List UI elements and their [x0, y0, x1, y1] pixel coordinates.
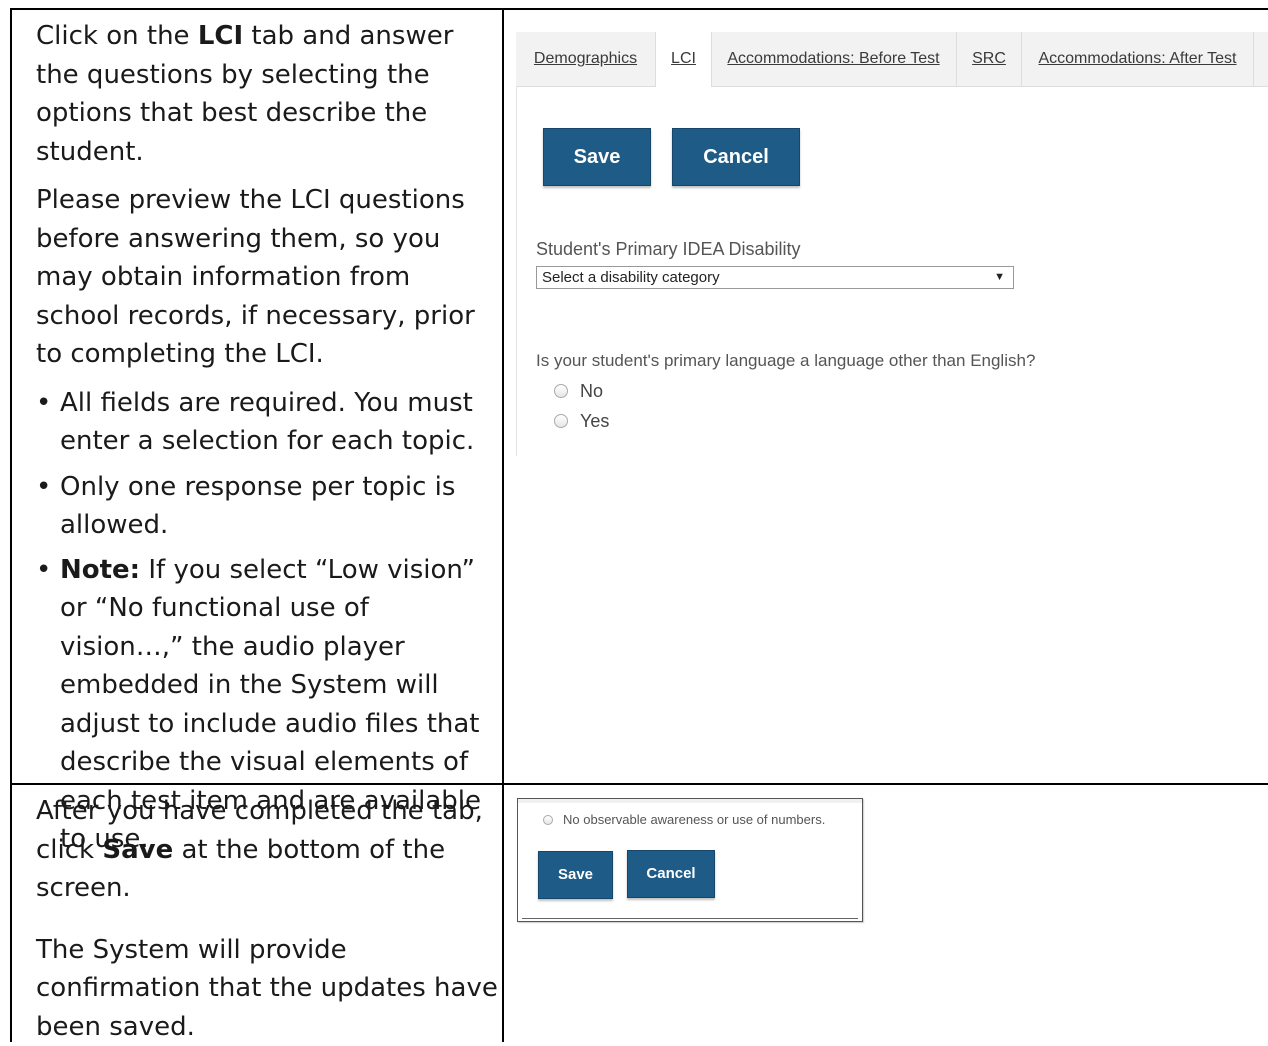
row1-instructions: Click on the LCI tab and answer the ques… [36, 17, 498, 859]
radio-option-no[interactable]: No [554, 381, 603, 402]
tab-accommodations-after-test[interactable]: Accommodations: After Test [1022, 32, 1254, 86]
cropped-top [518, 799, 862, 803]
bold-lci: LCI [198, 21, 243, 51]
row1-para1: Click on the LCI tab and answer the ques… [36, 17, 498, 171]
tab-bar: Demographics LCI Accommodations: Before … [516, 32, 1268, 87]
save-screenshot: No observable awareness or use of number… [517, 798, 863, 922]
row2-instructions: After you have completed the tab, click … [36, 792, 498, 1046]
text: All fields are required. You must enter … [60, 388, 474, 457]
radio-icon[interactable] [543, 815, 553, 825]
cancel-button[interactable]: Cancel [627, 850, 715, 898]
lci-tab-screenshot: Demographics LCI Accommodations: Before … [516, 20, 1268, 456]
table-column-divider [502, 8, 504, 1042]
text: Click on the [36, 21, 198, 51]
text: No observable awareness or use of number… [563, 812, 825, 827]
bold-save: Save [102, 835, 173, 865]
requirements-list: All fields are required. You must enter … [36, 384, 498, 859]
text: Only one response per topic is allowed. [60, 472, 455, 541]
text: Yes [580, 411, 609, 431]
save-button[interactable]: Save [538, 851, 613, 899]
radio-option-yes[interactable]: Yes [554, 411, 609, 432]
dropdown-arrow-icon: ▼ [994, 267, 1005, 288]
panel-border [516, 86, 517, 456]
row2-para1: After you have completed the tab, click … [36, 792, 498, 908]
save-button[interactable]: Save [543, 128, 651, 186]
cancel-button[interactable]: Cancel [672, 128, 800, 186]
table-left-border [10, 8, 12, 1042]
tab-lci[interactable]: LCI [655, 32, 712, 87]
language-question: Is your student's primary language a lan… [536, 351, 1035, 371]
tab-accommodations-before-test[interactable]: Accommodations: Before Test [711, 32, 957, 86]
list-item: Only one response per topic is allowed. [36, 468, 498, 545]
table-top-border [10, 8, 1268, 10]
cropped-bottom [522, 918, 858, 919]
text: No [580, 381, 603, 401]
tab-src[interactable]: SRC [957, 32, 1022, 86]
radio-option-no-awareness[interactable]: No observable awareness or use of number… [543, 812, 825, 827]
note-label: Note: [60, 555, 140, 585]
row1-para2: Please preview the LCI questions before … [36, 181, 498, 374]
radio-icon[interactable] [554, 384, 568, 398]
row2-para2: The System will provide confirmation tha… [36, 931, 498, 1046]
tab-demographics[interactable]: Demographics [516, 32, 656, 86]
list-item: All fields are required. You must enter … [36, 384, 498, 461]
disability-label: Student's Primary IDEA Disability [536, 239, 801, 260]
text: Select a disability category [542, 269, 720, 286]
radio-icon[interactable] [554, 414, 568, 428]
disability-select[interactable]: Select a disability category ▼ [536, 266, 1014, 289]
